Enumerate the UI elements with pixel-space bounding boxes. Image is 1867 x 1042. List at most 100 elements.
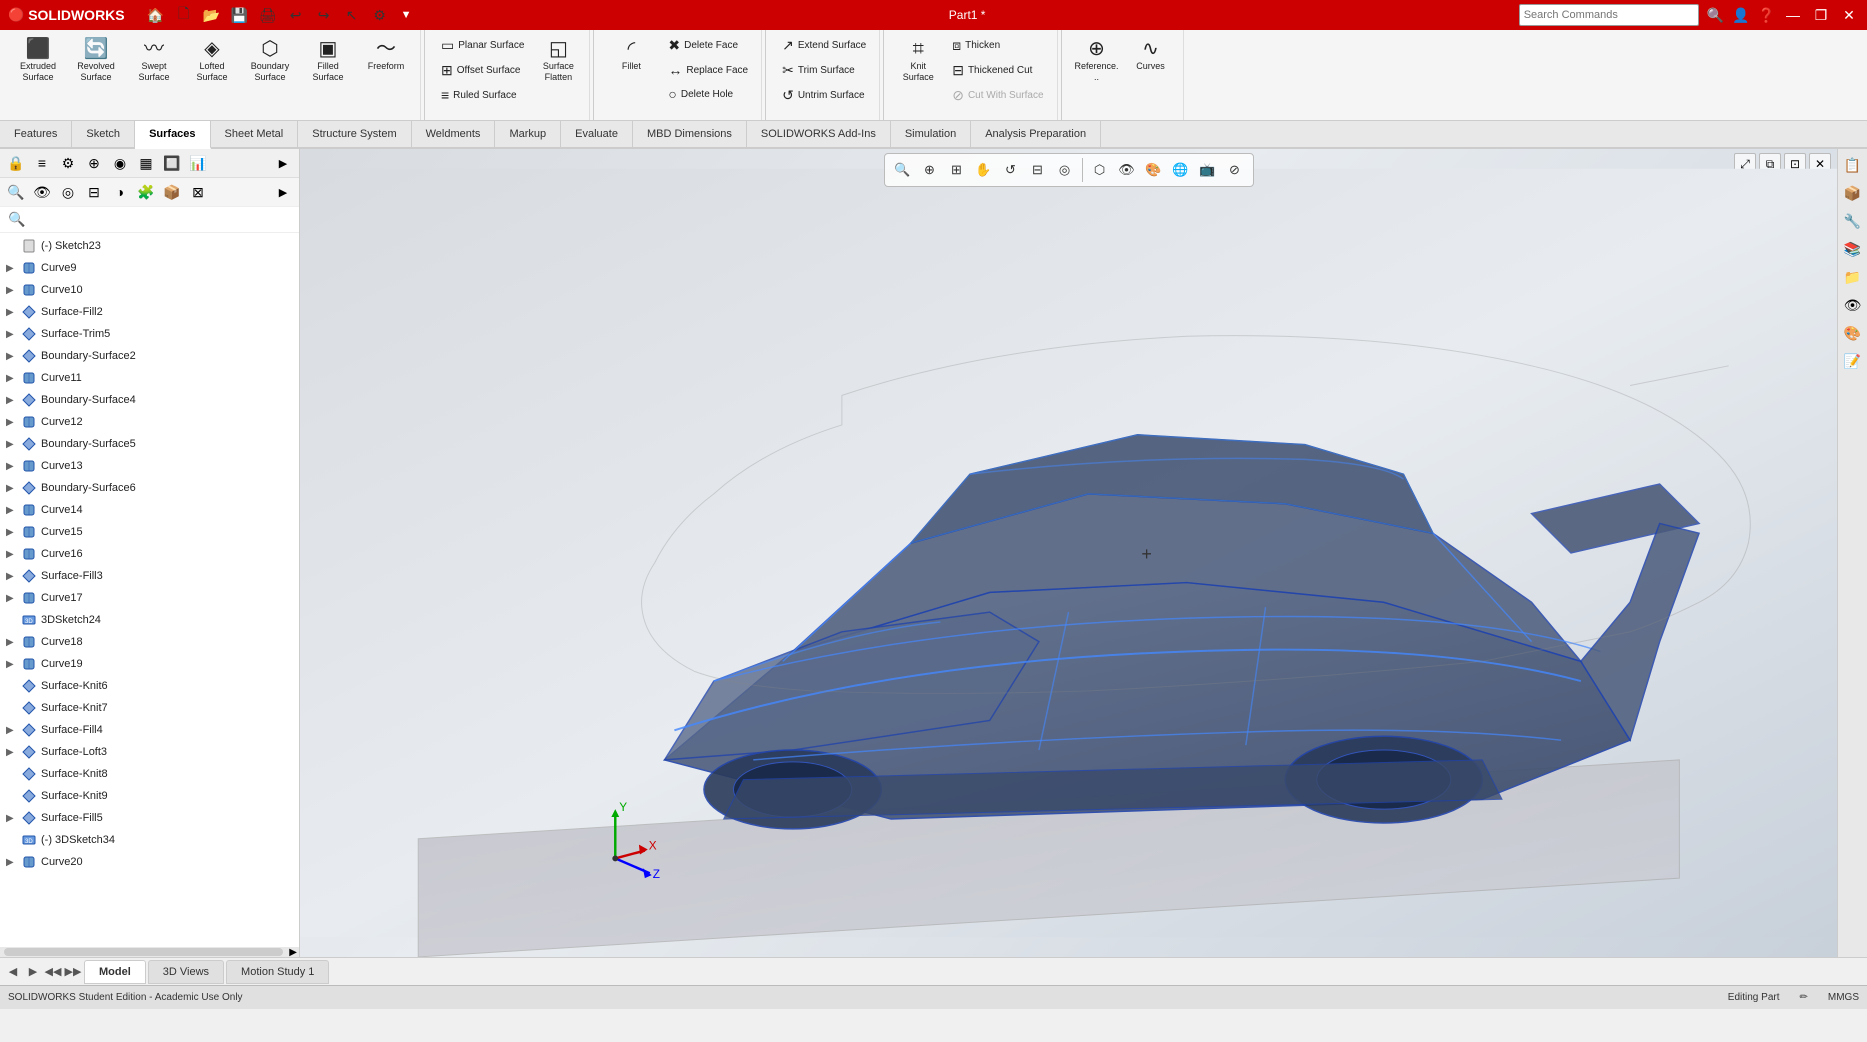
tab-evaluate[interactable]: Evaluate	[561, 120, 633, 148]
lp-config-manager[interactable]: ⚙	[56, 151, 80, 175]
vp-standard-views[interactable]: ⊟	[1026, 158, 1050, 182]
tree-item-curve20[interactable]: ▶Curve20	[2, 851, 297, 873]
tab-solidworks-addins[interactable]: SOLIDWORKS Add-Ins	[747, 120, 891, 148]
lp-custom-properties[interactable]: ▦	[134, 151, 158, 175]
tree-arrow-curve9[interactable]: ▶	[6, 263, 20, 274]
tree-item-surface-knit6[interactable]: Surface-Knit6	[2, 675, 297, 697]
tree-arrow-boundary-surface6[interactable]: ▶	[6, 483, 20, 494]
tree-item-curve19[interactable]: ▶Curve19	[2, 653, 297, 675]
tree-item-curve17[interactable]: ▶Curve17	[2, 587, 297, 609]
extend-surface-button[interactable]: ↗ Extend Surface	[775, 34, 873, 57]
vp-appearance[interactable]: 🎨	[1142, 158, 1166, 182]
lp-filter-hide[interactable]: 👁	[30, 180, 54, 204]
restore-button[interactable]: ❐	[1811, 5, 1831, 25]
ruled-surface-button[interactable]: ≡ Ruled Surface	[434, 84, 531, 106]
vp-hide-show[interactable]: 👁	[1115, 158, 1139, 182]
tree-arrow-surface-fill3[interactable]: ▶	[6, 571, 20, 582]
vp-pan[interactable]: ✋	[972, 158, 996, 182]
planar-surface-button[interactable]: ▭ Planar Surface	[434, 34, 531, 57]
lp-property-manager[interactable]: ≡	[30, 151, 54, 175]
btab-model[interactable]: Model	[84, 960, 146, 984]
help-icon[interactable]: ❓	[1758, 7, 1775, 24]
fillet-button[interactable]: ◜ Fillet	[603, 34, 659, 77]
tree-item-surface-knit9[interactable]: Surface-Knit9	[2, 785, 297, 807]
user-icon[interactable]: 👤	[1732, 7, 1749, 24]
tab-simulation[interactable]: Simulation	[891, 120, 971, 148]
tb-pointer[interactable]: ↖	[341, 4, 363, 26]
rp-appearances[interactable]: 🎨	[1841, 321, 1865, 345]
lp-suppress[interactable]: ⊠	[186, 180, 210, 204]
btab-3d-views[interactable]: 3D Views	[148, 960, 224, 984]
surface-flatten-button[interactable]: ◱ SurfaceFlatten	[533, 34, 583, 88]
rp-view-palette[interactable]: 👁	[1841, 293, 1865, 317]
vp-zoom-in[interactable]: ⊕	[918, 158, 942, 182]
trim-surface-button[interactable]: ✂ Trim Surface	[775, 59, 873, 82]
tab-analysis-preparation[interactable]: Analysis Preparation	[971, 120, 1101, 148]
rp-file-explorer[interactable]: 📁	[1841, 265, 1865, 289]
lp-collapse-all[interactable]: ⊟	[82, 180, 106, 204]
close-button[interactable]: ✕	[1839, 5, 1859, 25]
thicken-button[interactable]: ⧈ Thicken	[945, 34, 1050, 57]
search-icon[interactable]: 🔍	[1707, 7, 1724, 24]
tab-features[interactable]: Features	[0, 120, 72, 148]
tb-options[interactable]: ⚙	[369, 4, 391, 26]
tab-sketch[interactable]: Sketch	[72, 120, 135, 148]
tree-item-boundary-surface2[interactable]: ▶Boundary-Surface2	[2, 345, 297, 367]
horizontal-scrollbar[interactable]: ▶	[0, 947, 299, 957]
tree-arrow-curve10[interactable]: ▶	[6, 285, 20, 296]
tree-item-curve13[interactable]: ▶Curve13	[2, 455, 297, 477]
tree-arrow-surface-loft3[interactable]: ▶	[6, 747, 20, 758]
lp-search[interactable]: 🔍	[4, 180, 28, 204]
tree-arrow-curve14[interactable]: ▶	[6, 505, 20, 516]
tree-arrow-curve12[interactable]: ▶	[6, 417, 20, 428]
rp-custom-properties2[interactable]: 📝	[1841, 349, 1865, 373]
lofted-surface-button[interactable]: ◈ LoftedSurface	[184, 34, 240, 88]
viewport[interactable]: 🔍 ⊕ ⊞ ✋ ↺ ⊟ ◎ ⬡ 👁 🎨 🌐 📺 ⊘ ⤢ ⧉ ⊡ ✕	[300, 149, 1837, 957]
tree-item-boundary-surface4[interactable]: ▶Boundary-Surface4	[2, 389, 297, 411]
tree-arrow-curve19[interactable]: ▶	[6, 659, 20, 670]
tree-item-3dsketch24[interactable]: 3D3DSketch24	[2, 609, 297, 631]
tree-arrow-curve18[interactable]: ▶	[6, 637, 20, 648]
tree-item-surface-knit7[interactable]: Surface-Knit7	[2, 697, 297, 719]
lp-dim-expert[interactable]: ⊕	[82, 151, 106, 175]
cut-with-surface-button[interactable]: ⊘ Cut With Surface	[945, 84, 1050, 107]
edit-icon[interactable]: ✏	[1800, 992, 1808, 1003]
thickened-cut-button[interactable]: ⊟ Thickened Cut	[945, 59, 1050, 82]
tree-item-surface-fill3[interactable]: ▶Surface-Fill3	[2, 565, 297, 587]
tree-arrow-boundary-surface4[interactable]: ▶	[6, 395, 20, 406]
lp-solidworks-addins2[interactable]: 🔲	[160, 151, 184, 175]
tb-print[interactable]: 🖨	[257, 4, 279, 26]
vp-zoom-fit[interactable]: 🔍	[891, 158, 915, 182]
freeform-button[interactable]: 〜 Freeform	[358, 34, 414, 77]
vp-rotate[interactable]: ↺	[999, 158, 1023, 182]
tree-arrow-surface-fill5[interactable]: ▶	[6, 813, 20, 824]
untrim-surface-button[interactable]: ↺ Untrim Surface	[775, 84, 873, 107]
tree-arrow-curve13[interactable]: ▶	[6, 461, 20, 472]
search-input[interactable]	[1519, 4, 1699, 26]
tree-item-surface-fill4[interactable]: ▶Surface-Fill4	[2, 719, 297, 741]
tab-surfaces[interactable]: Surfaces	[135, 121, 210, 149]
boundary-surface-button[interactable]: ⬡ BoundarySurface	[242, 34, 298, 88]
btab-nav3[interactable]: ▶▶	[64, 963, 82, 981]
tree-item-surface-trim5[interactable]: ▶Surface-Trim5	[2, 323, 297, 345]
vp-section-view[interactable]: ⊘	[1223, 158, 1247, 182]
tree-item-curve15[interactable]: ▶Curve15	[2, 521, 297, 543]
tree-item-curve14[interactable]: ▶Curve14	[2, 499, 297, 521]
replace-face-button[interactable]: ↔ Replace Face	[661, 59, 755, 81]
knit-surface-button[interactable]: ⌗ KnitSurface	[893, 34, 943, 88]
tree-arrow-curve20[interactable]: ▶	[6, 857, 20, 868]
reference-button[interactable]: ⊕ Reference...	[1071, 34, 1123, 88]
tree-item-3dsketch34[interactable]: 3D(-) 3DSketch34	[2, 829, 297, 851]
btab-motion-study-1[interactable]: Motion Study 1	[226, 960, 329, 984]
extruded-surface-button[interactable]: ⬛ ExtrudedSurface	[10, 34, 66, 88]
lp-isolate[interactable]: ◑	[108, 180, 132, 204]
tab-weldments[interactable]: Weldments	[412, 120, 496, 148]
lp-parts[interactable]: 🧩	[134, 180, 158, 204]
tb-undo[interactable]: ↩	[285, 4, 307, 26]
tree-item-boundary-surface6[interactable]: ▶Boundary-Surface6	[2, 477, 297, 499]
lp-feature-manager[interactable]: 🔒	[4, 151, 28, 175]
tree-arrow-surface-trim5[interactable]: ▶	[6, 329, 20, 340]
tree-item-surface-loft3[interactable]: ▶Surface-Loft3	[2, 741, 297, 763]
tree-item-curve9[interactable]: ▶Curve9	[2, 257, 297, 279]
tree-item-boundary-surface5[interactable]: ▶Boundary-Surface5	[2, 433, 297, 455]
